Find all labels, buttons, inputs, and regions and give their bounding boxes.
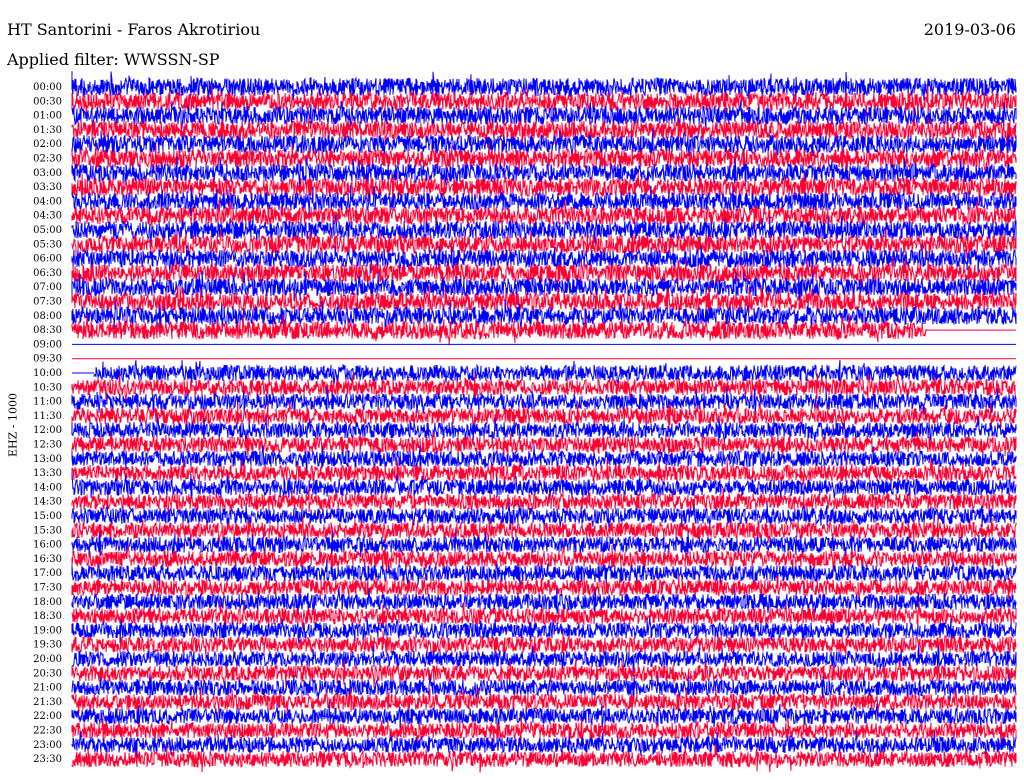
row-time-label: 12:00 bbox=[33, 425, 62, 436]
row-time-label: 16:30 bbox=[33, 554, 62, 565]
row-time-label: 13:00 bbox=[33, 454, 62, 465]
row-time-label: 07:00 bbox=[33, 282, 62, 293]
row-label-layer: 00:00 00:30 01:00 01:30 02:00 02:30 03:00 03:30… bbox=[33, 82, 62, 765]
row-time-label: 10:30 bbox=[33, 382, 62, 393]
row-time-label: 00:00 bbox=[33, 82, 62, 93]
row-time-label: 15:00 bbox=[33, 511, 62, 522]
row-time-label: 17:00 bbox=[33, 568, 62, 579]
row-time-label: 22:00 bbox=[33, 711, 62, 722]
row-time-label: 20:30 bbox=[33, 668, 62, 679]
row-time-label: 14:30 bbox=[33, 497, 62, 508]
row-time-label: 09:30 bbox=[33, 354, 62, 365]
row-time-label: 08:00 bbox=[33, 311, 62, 322]
row-time-label: 11:00 bbox=[33, 397, 62, 408]
row-time-label: 15:30 bbox=[33, 525, 62, 536]
row-time-label: 02:00 bbox=[33, 139, 62, 150]
seismogram-plot: 00:00 00:30 01:00 01:30 02:00 02:30 03:00 03:30… bbox=[33, 71, 1017, 773]
row-time-label: 06:30 bbox=[33, 268, 62, 279]
row-time-label: 07:30 bbox=[33, 297, 62, 308]
row-time-label: 05:00 bbox=[33, 225, 62, 236]
row-time-label: 18:00 bbox=[33, 597, 62, 608]
row-time-label: 22:30 bbox=[33, 726, 62, 737]
row-time-label: 02:30 bbox=[33, 154, 62, 165]
row-time-label: 23:00 bbox=[33, 740, 62, 751]
row-time-label: 17:30 bbox=[33, 583, 62, 594]
row-time-label: 08:30 bbox=[33, 325, 62, 336]
row-time-label: 12:30 bbox=[33, 440, 62, 451]
row-time-label: 04:30 bbox=[33, 211, 62, 222]
row-time-label: 10:00 bbox=[33, 368, 62, 379]
row-time-label: 06:00 bbox=[33, 254, 62, 265]
row-time-label: 03:30 bbox=[33, 182, 62, 193]
row-time-label: 05:30 bbox=[33, 239, 62, 250]
trace-layer bbox=[71, 71, 1017, 773]
row-time-label: 19:00 bbox=[33, 625, 62, 636]
row-time-label: 20:00 bbox=[33, 654, 62, 665]
row-time-label: 14:00 bbox=[33, 482, 62, 493]
row-time-label: 11:30 bbox=[33, 411, 62, 422]
row-time-label: 16:00 bbox=[33, 540, 62, 551]
row-time-label: 19:30 bbox=[33, 640, 62, 651]
row-time-label: 23:30 bbox=[33, 754, 62, 765]
row-time-label: 01:00 bbox=[33, 111, 62, 122]
row-time-label: 03:00 bbox=[33, 168, 62, 179]
row-time-label: 18:30 bbox=[33, 611, 62, 622]
row-time-label: 01:30 bbox=[33, 125, 62, 136]
row-time-label: 21:30 bbox=[33, 697, 62, 708]
row-time-label: 21:00 bbox=[33, 683, 62, 694]
row-time-label: 04:00 bbox=[33, 196, 62, 207]
row-time-label: 09:00 bbox=[33, 339, 62, 350]
row-time-label: 13:30 bbox=[33, 468, 62, 479]
seismic-trace bbox=[71, 472, 1017, 501]
row-time-label: 00:30 bbox=[33, 96, 62, 107]
